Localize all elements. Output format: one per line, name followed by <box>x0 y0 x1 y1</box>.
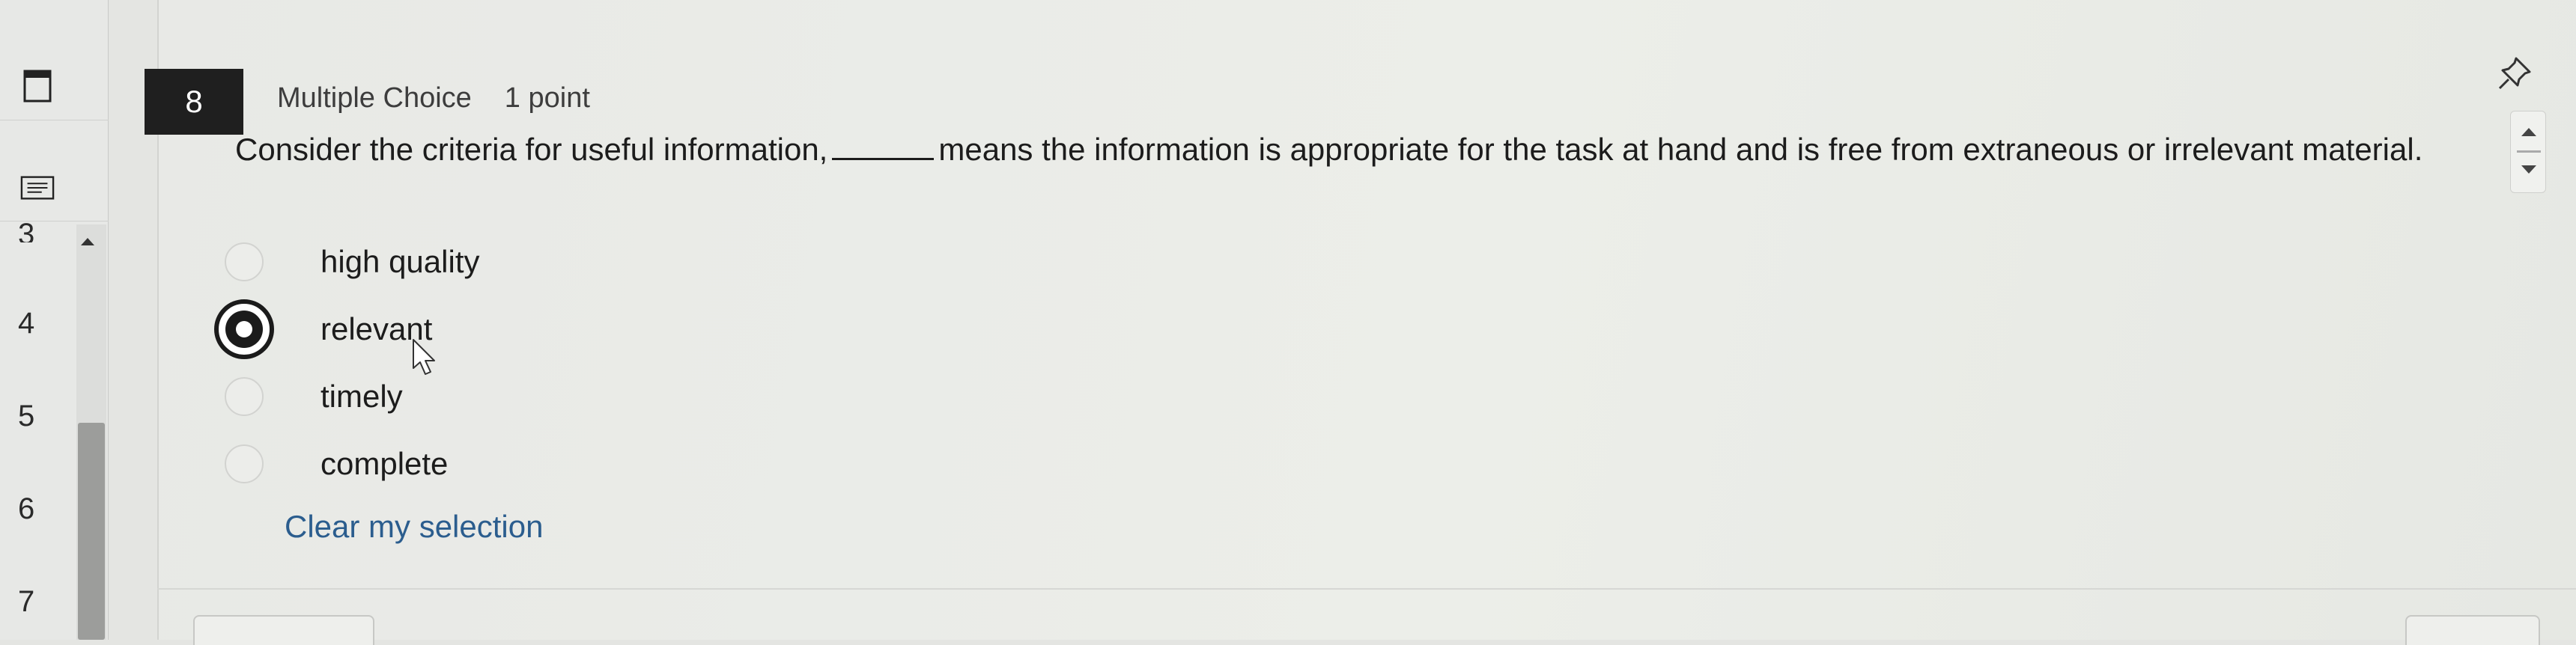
notes-icon[interactable] <box>20 171 55 205</box>
answer-option-label: complete <box>321 446 449 481</box>
question-text-part: means the information is appropriate for… <box>938 132 2423 167</box>
answer-options: high quality relevant timely complete <box>214 228 479 498</box>
prompt-scroller[interactable] <box>2510 111 2546 193</box>
scroll-down-icon[interactable] <box>2521 165 2536 174</box>
radio-button[interactable] <box>225 242 264 281</box>
scroll-up-icon[interactable] <box>81 238 94 245</box>
next-button[interactable] <box>2405 615 2540 645</box>
scroll-up-icon[interactable] <box>2521 128 2536 136</box>
question-type-label: Multiple Choice <box>277 82 472 114</box>
radio-button[interactable] <box>225 377 264 416</box>
question-nav-item-7[interactable]: 7 <box>0 579 75 624</box>
question-number: 8 <box>185 84 203 119</box>
radio-dot <box>236 321 252 337</box>
card-bottom-divider <box>157 588 2576 590</box>
pointer-cursor-icon <box>410 338 440 379</box>
question-nav-number: 4 <box>18 306 35 340</box>
radio-ring <box>225 311 263 348</box>
fill-in-blank <box>832 135 935 160</box>
answer-option-complete[interactable]: complete <box>225 430 479 498</box>
question-nav-number: 5 <box>18 399 35 432</box>
question-nav-number: 3 <box>18 221 35 242</box>
question-nav-number: 7 <box>18 584 35 618</box>
question-text-part: Consider the criteria for useful informa… <box>235 132 828 167</box>
answer-option-timely[interactable]: timely <box>225 363 479 430</box>
radio-button-selected[interactable] <box>214 299 274 359</box>
pin-icon[interactable] <box>2494 52 2536 94</box>
scroll-divider <box>2517 150 2541 153</box>
previous-button[interactable] <box>193 615 374 645</box>
question-navigator-rail: 3 4 5 6 7 <box>0 0 109 640</box>
question-nav-item-6[interactable]: 6 <box>0 486 75 531</box>
question-nav-item-5[interactable]: 5 <box>0 394 75 438</box>
question-meta: Multiple Choice 1 point <box>277 82 590 114</box>
answer-option-label: timely <box>321 379 403 414</box>
answer-option-label: high quality <box>321 244 480 279</box>
answer-option-relevant[interactable]: relevant <box>214 296 479 363</box>
question-points-label: 1 point <box>504 82 590 114</box>
question-number-badge: 8 <box>145 69 243 135</box>
question-nav-number: 6 <box>18 492 35 525</box>
question-nav-item-3[interactable]: 3 <box>0 221 75 242</box>
clear-selection-link[interactable]: Clear my selection <box>285 509 543 545</box>
radio-button[interactable] <box>225 444 264 483</box>
rail-scrollbar-thumb[interactable] <box>78 423 105 640</box>
question-prompt: Consider the criteria for useful informa… <box>235 129 2497 171</box>
answer-option-high-quality[interactable]: high quality <box>225 228 479 296</box>
panel-icon[interactable] <box>20 69 55 103</box>
question-nav-item-4[interactable]: 4 <box>0 301 75 346</box>
